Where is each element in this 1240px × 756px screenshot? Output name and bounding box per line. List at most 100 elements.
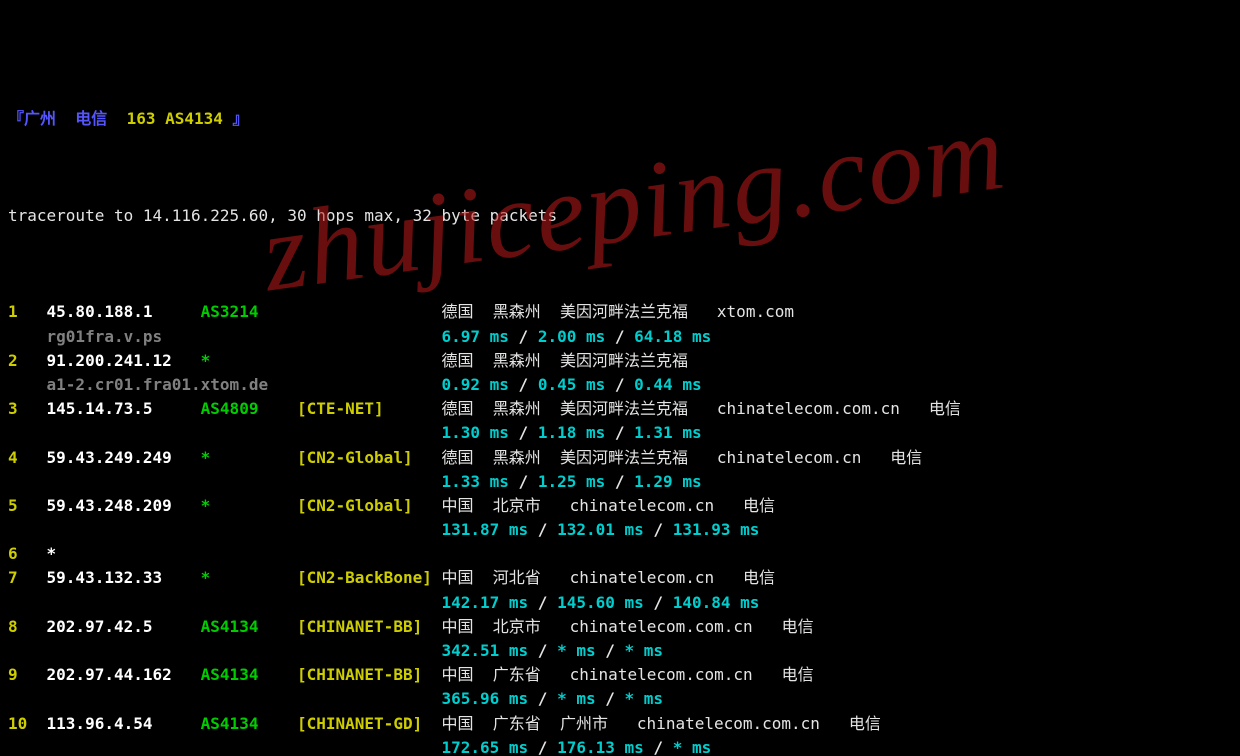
latency-separator: / xyxy=(605,470,634,494)
hop-ip: * xyxy=(47,542,201,566)
latency-separator: / xyxy=(605,325,634,349)
hop-number: 9 xyxy=(8,663,47,687)
hop-number: 1 xyxy=(8,300,47,324)
hop-asn: AS4134 xyxy=(201,615,297,639)
hop-asn: AS4809 xyxy=(201,397,297,421)
hop-asn: AS4134 xyxy=(201,663,297,687)
hop-tag: [CTE-NET] xyxy=(297,397,441,421)
header-carrier: 电信 xyxy=(75,109,107,128)
hop-domain: chinatelecom.cn xyxy=(688,446,861,470)
hop-ip: 59.43.248.209 xyxy=(47,494,201,518)
hop-row: 6* xyxy=(8,542,1232,566)
hop-row: 10113.96.4.54AS4134[CHINANET-GD]中国 广东省 广… xyxy=(8,712,1232,736)
hop-location: 德国 黑森州 美因河畔法兰克福 xyxy=(441,397,688,421)
hop-domain: chinatelecom.com.cn xyxy=(541,663,753,687)
hop-latency: * ms xyxy=(557,687,596,711)
latency-separator: / xyxy=(528,736,557,756)
hop-location: 中国 北京市 xyxy=(441,494,540,518)
hop-latency: * ms xyxy=(625,687,664,711)
hop-latency: 0.45 ms xyxy=(538,373,605,397)
latency-separator: / xyxy=(596,687,625,711)
hop-isp: 电信 xyxy=(714,566,775,590)
hop-latency: 6.97 ms xyxy=(441,325,508,349)
hop-latency: 142.17 ms xyxy=(441,591,528,615)
hop-ip: 59.43.249.249 xyxy=(47,446,201,470)
latency-separator: / xyxy=(509,373,538,397)
hop-detail-row: 1.30 ms / 1.18 ms / 1.31 ms xyxy=(8,421,1232,445)
hop-ip: 91.200.241.12 xyxy=(47,349,201,373)
hop-detail-row: rg01fra.v.ps6.97 ms / 2.00 ms / 64.18 ms xyxy=(8,325,1232,349)
hop-latency: 64.18 ms xyxy=(634,325,711,349)
hop-tag: [CN2-BackBone] xyxy=(297,566,441,590)
hop-latency: 1.33 ms xyxy=(441,470,508,494)
latency-separator: / xyxy=(644,518,673,542)
header-city: 广州 xyxy=(24,109,56,128)
hop-detail-row: 342.51 ms / * ms / * ms xyxy=(8,639,1232,663)
terminal-output: zhujiceping.com 『广州 电信 163 AS4134 』 trac… xyxy=(0,0,1240,756)
hop-latency: * ms xyxy=(673,736,712,756)
hop-latency: 1.18 ms xyxy=(538,421,605,445)
hop-tag: [CN2-Global] xyxy=(297,446,441,470)
hop-isp: 电信 xyxy=(861,446,922,470)
hop-location: 德国 黑森州 美因河畔法兰克福 xyxy=(441,446,688,470)
latency-separator: / xyxy=(596,639,625,663)
hop-detail-row: 131.87 ms / 132.01 ms / 131.93 ms xyxy=(8,518,1232,542)
hop-domain: chinatelecom.cn xyxy=(541,494,714,518)
hop-number: 6 xyxy=(8,542,47,566)
latency-separator: / xyxy=(509,325,538,349)
hop-latency: 176.13 ms xyxy=(557,736,644,756)
hop-number: 5 xyxy=(8,494,47,518)
hop-asn: AS3214 xyxy=(201,300,297,324)
hop-latency: 1.31 ms xyxy=(634,421,701,445)
hop-tag: [CN2-Global] xyxy=(297,494,441,518)
hop-location: 德国 黑森州 美因河畔法兰克福 xyxy=(441,300,688,324)
hop-number: 7 xyxy=(8,566,47,590)
hop-latency: * ms xyxy=(625,639,664,663)
hop-location: 德国 黑森州 美因河畔法兰克福 xyxy=(441,349,688,373)
hop-asn: * xyxy=(201,566,297,590)
hop-domain: chinatelecom.com.cn xyxy=(608,712,820,736)
hop-location: 中国 广东省 广州市 xyxy=(441,712,608,736)
header-netname: 163 AS4134 xyxy=(127,109,223,128)
hop-ip: 202.97.44.162 xyxy=(47,663,201,687)
hop-ip: 113.96.4.54 xyxy=(47,712,201,736)
hop-latency: * ms xyxy=(557,639,596,663)
hop-domain: chinatelecom.com.cn xyxy=(688,397,900,421)
hop-latency: 0.92 ms xyxy=(441,373,508,397)
hop-detail-row: 365.96 ms / * ms / * ms xyxy=(8,687,1232,711)
hop-latency: 132.01 ms xyxy=(557,518,644,542)
hop-number: 2 xyxy=(8,349,47,373)
hop-number: 8 xyxy=(8,615,47,639)
hop-detail-row: a1-2.cr01.fra01.xtom.de0.92 ms / 0.45 ms… xyxy=(8,373,1232,397)
hop-domain: chinatelecom.cn xyxy=(541,566,714,590)
hop-ip: 202.97.42.5 xyxy=(47,615,201,639)
hop-latency: 172.65 ms xyxy=(441,736,528,756)
hop-location: 中国 广东省 xyxy=(441,663,540,687)
latency-separator: / xyxy=(605,373,634,397)
hop-tag: [CHINANET-BB] xyxy=(297,663,441,687)
hop-isp: 电信 xyxy=(900,397,961,421)
hop-tag: [CHINANET-GD] xyxy=(297,712,441,736)
hop-ip: 145.14.73.5 xyxy=(47,397,201,421)
hop-tag: [CHINANET-BB] xyxy=(297,615,441,639)
hop-rdns: a1-2.cr01.fra01.xtom.de xyxy=(47,373,442,397)
hop-asn: * xyxy=(201,494,297,518)
hop-latency: 131.93 ms xyxy=(673,518,760,542)
hop-row: 8202.97.42.5AS4134[CHINANET-BB]中国 北京市 ch… xyxy=(8,615,1232,639)
hop-row: 9202.97.44.162AS4134[CHINANET-BB]中国 广东省 … xyxy=(8,663,1232,687)
hop-latency: 0.44 ms xyxy=(634,373,701,397)
latency-separator: / xyxy=(528,639,557,663)
latency-separator: / xyxy=(644,591,673,615)
latency-separator: / xyxy=(528,591,557,615)
traceroute-subheader: traceroute to 14.116.225.60, 30 hops max… xyxy=(8,204,1232,228)
header-bracket-close: 』 xyxy=(233,109,249,128)
hop-row: 759.43.132.33*[CN2-BackBone]中国 河北省 china… xyxy=(8,566,1232,590)
watermark-text: zhujiceping.com xyxy=(262,138,1006,266)
latency-separator: / xyxy=(528,687,557,711)
header-bracket-open: 『 xyxy=(8,109,24,128)
hop-rdns: rg01fra.v.ps xyxy=(47,325,442,349)
latency-separator: / xyxy=(644,736,673,756)
hop-latency: 1.25 ms xyxy=(538,470,605,494)
traceroute-header: 『广州 电信 163 AS4134 』 xyxy=(8,107,1232,131)
hop-asn: * xyxy=(201,446,297,470)
